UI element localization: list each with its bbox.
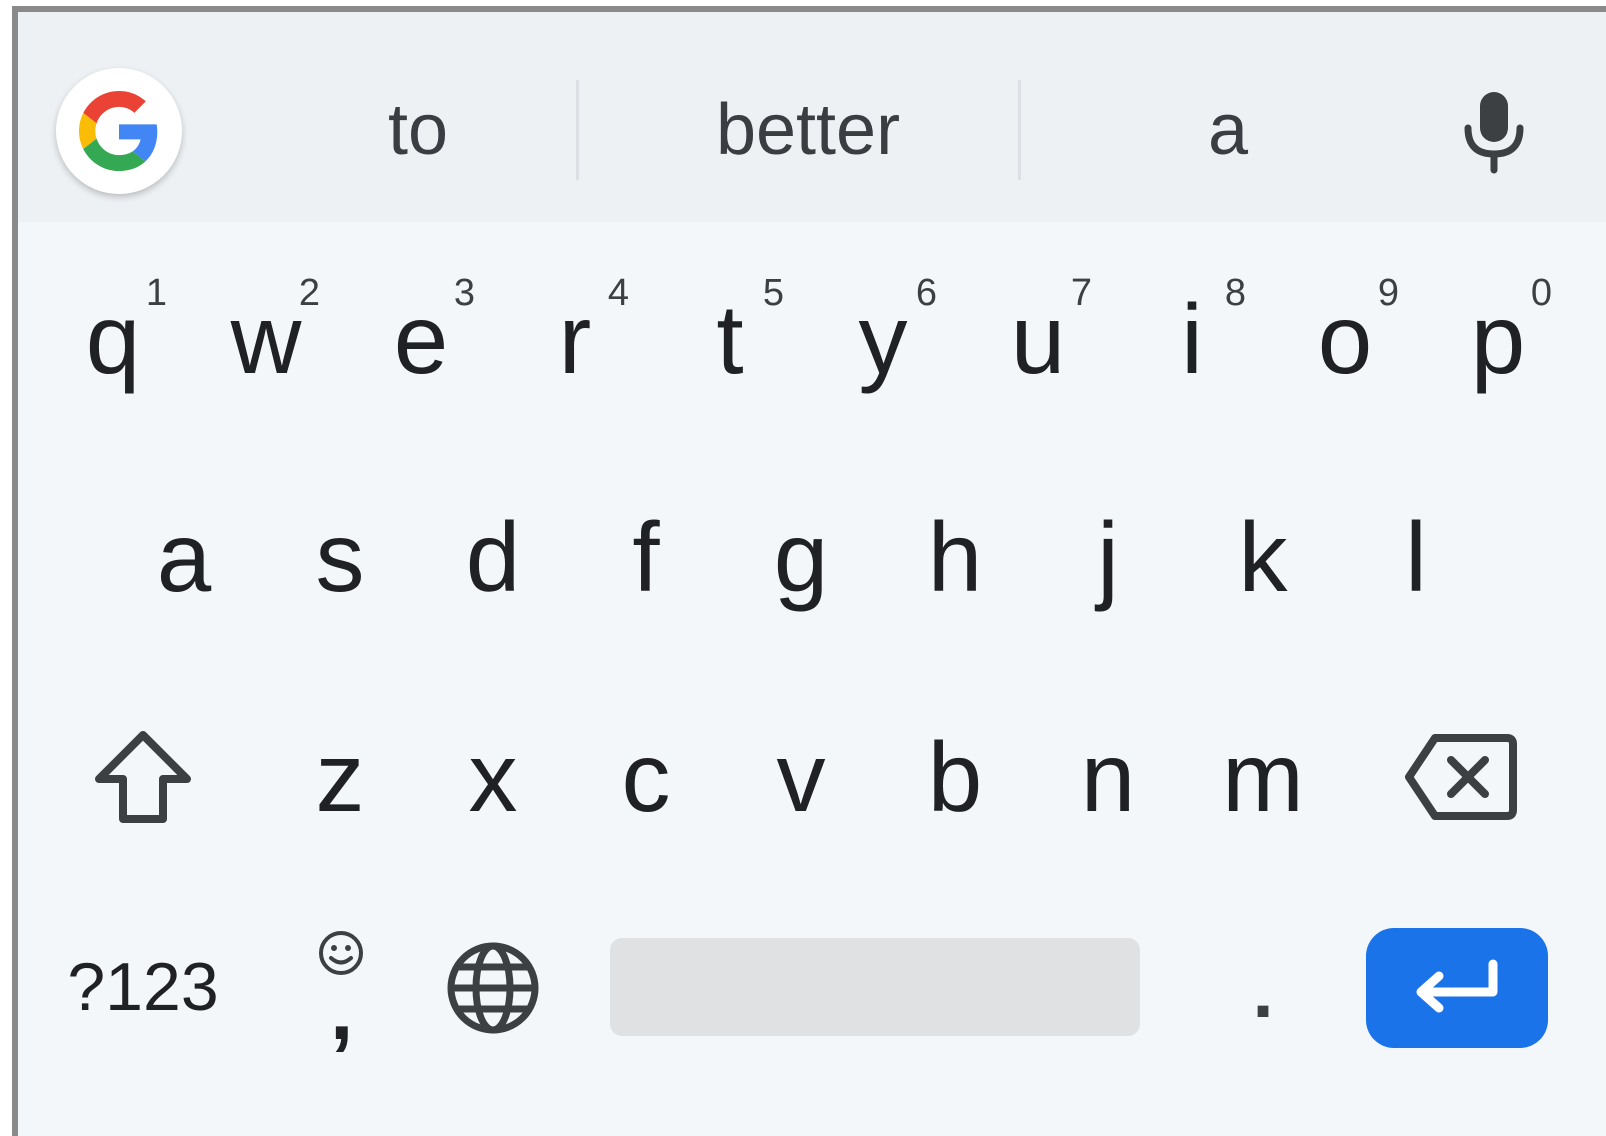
google-g-icon [79, 91, 158, 171]
backspace-key[interactable] [1396, 702, 1526, 852]
key-z[interactable]: z [290, 702, 390, 852]
key-a[interactable]: a [134, 482, 234, 632]
key-v[interactable]: v [751, 702, 851, 852]
key-label: x [468, 722, 518, 832]
shift-arrow-icon [95, 731, 191, 823]
key-k[interactable]: k [1213, 482, 1313, 632]
key-q[interactable]: q 1 [63, 264, 167, 414]
keyboard: to better a q 1 w 2 e 3 r 4 t 5 y 6 u 7 … [12, 6, 1606, 1136]
globe-icon [447, 942, 539, 1034]
key-l[interactable]: l [1366, 482, 1466, 632]
key-label: i [1181, 284, 1203, 394]
symbols-key[interactable]: ?123 [58, 922, 228, 1052]
google-button[interactable] [56, 68, 182, 194]
key-c[interactable]: c [596, 702, 696, 852]
key-w[interactable]: w 2 [216, 264, 320, 414]
key-label: c [621, 722, 671, 832]
key-label: r [558, 284, 592, 394]
suggestion-right[interactable]: a [1058, 70, 1398, 190]
suggestion-center[interactable]: better [638, 70, 978, 190]
key-label: z [315, 722, 365, 832]
space-bar[interactable] [610, 938, 1140, 1036]
key-t[interactable]: t 5 [680, 264, 784, 414]
key-p[interactable]: p 0 [1448, 264, 1552, 414]
period-key-label: . [1252, 949, 1274, 1034]
key-label: h [927, 502, 983, 612]
suggestion-divider [576, 80, 579, 180]
key-label: e [393, 284, 449, 394]
key-j[interactable]: j [1058, 482, 1158, 632]
key-x[interactable]: x [443, 702, 543, 852]
voice-input-button[interactable] [1444, 82, 1544, 182]
key-number-hint: 7 [1070, 272, 1092, 314]
comma-key-label: , [330, 963, 354, 1057]
key-number-hint: 1 [145, 272, 167, 314]
key-label: d [465, 502, 521, 612]
key-o[interactable]: o 9 [1295, 264, 1399, 414]
key-label: n [1080, 722, 1136, 832]
symbols-key-label: ?123 [67, 949, 219, 1025]
key-label: u [1010, 284, 1066, 394]
key-number-hint: 9 [1377, 272, 1399, 314]
key-r[interactable]: r 4 [525, 264, 629, 414]
enter-key[interactable] [1366, 928, 1548, 1048]
key-number-hint: 4 [607, 272, 629, 314]
key-label: w [230, 284, 302, 394]
key-d[interactable]: d [443, 482, 543, 632]
key-label: j [1097, 502, 1119, 612]
key-label: s [315, 502, 365, 612]
key-h[interactable]: h [905, 482, 1005, 632]
suggestion-left[interactable]: to [258, 70, 578, 190]
key-label: o [1317, 284, 1373, 394]
key-label: a [156, 502, 212, 612]
key-number-hint: 2 [298, 272, 320, 314]
key-s[interactable]: s [290, 482, 390, 632]
key-label: p [1470, 284, 1526, 394]
key-number-hint: 8 [1224, 272, 1246, 314]
key-label: q [85, 284, 141, 394]
suggestion-divider [1018, 80, 1021, 180]
key-label: t [716, 284, 744, 394]
period-key[interactable]: . [1208, 942, 1318, 1042]
microphone-icon [1464, 92, 1524, 174]
key-n[interactable]: n [1058, 702, 1158, 852]
key-u[interactable]: u 7 [988, 264, 1092, 414]
key-i[interactable]: i 8 [1142, 264, 1246, 414]
key-label: m [1222, 722, 1304, 832]
key-label: l [1405, 502, 1427, 612]
key-label: y [858, 284, 908, 394]
key-b[interactable]: b [905, 702, 1005, 852]
key-label: g [773, 502, 829, 612]
key-label: f [632, 502, 660, 612]
key-label: b [927, 722, 983, 832]
key-m[interactable]: m [1213, 702, 1313, 852]
comma-emoji-key[interactable]: , [290, 918, 390, 1058]
key-number-hint: 3 [453, 272, 475, 314]
key-e[interactable]: e 3 [371, 264, 475, 414]
key-number-hint: 0 [1530, 272, 1552, 314]
key-g[interactable]: g [751, 482, 851, 632]
suggestion-strip: to better a [18, 12, 1606, 222]
shift-key[interactable] [78, 702, 208, 852]
key-number-hint: 5 [762, 272, 784, 314]
key-number-hint: 6 [915, 272, 937, 314]
key-f[interactable]: f [596, 482, 696, 632]
key-label: k [1238, 502, 1288, 612]
backspace-icon [1405, 734, 1517, 820]
language-key[interactable] [438, 928, 548, 1048]
enter-return-icon [1416, 959, 1498, 1013]
key-y[interactable]: y 6 [833, 264, 938, 414]
key-label: v [776, 722, 826, 832]
